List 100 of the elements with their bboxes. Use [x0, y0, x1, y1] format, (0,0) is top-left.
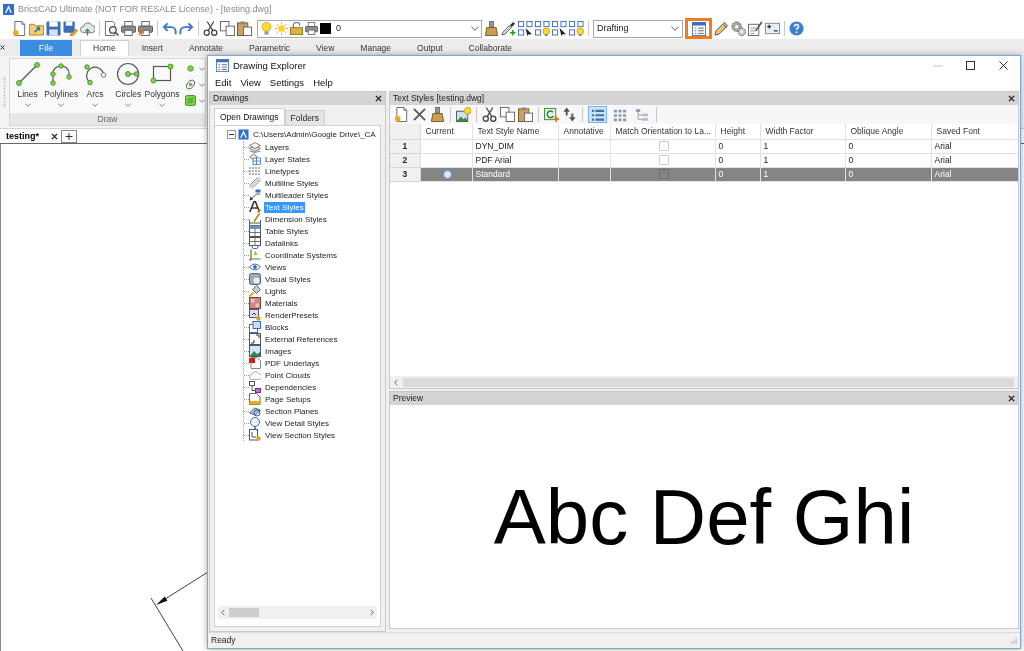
save-icon[interactable]	[46, 21, 61, 36]
new-document-icon[interactable]	[394, 107, 409, 122]
new-document-icon[interactable]	[12, 21, 27, 36]
close-icon[interactable]	[0, 45, 5, 50]
tree-item[interactable]: Blocks	[264, 321, 290, 333]
chevron-right-icon[interactable]	[370, 609, 374, 616]
close-icon[interactable]	[1008, 395, 1015, 402]
copy-icon[interactable]	[500, 107, 515, 122]
tree-item[interactable]: Datalinks	[264, 237, 299, 249]
tree-item[interactable]: View Detail Styles	[264, 417, 330, 429]
ribbon-tab[interactable]: Annotate	[175, 40, 236, 56]
tree-item[interactable]: Layer States	[264, 153, 311, 165]
draw-tool[interactable]: Lines	[11, 62, 45, 113]
chevron-left-icon[interactable]	[221, 609, 225, 616]
redo-icon[interactable]	[179, 21, 194, 36]
column-header[interactable]: Width Factor	[760, 124, 845, 139]
chevron-left-icon[interactable]	[394, 378, 398, 386]
ribbon-tab[interactable]: Home	[80, 40, 129, 56]
column-header[interactable]: Text Style Name	[472, 124, 558, 139]
paste-icon[interactable]	[518, 107, 533, 122]
menu-item[interactable]: View	[237, 78, 264, 88]
tree-item[interactable]: Multileader Styles	[264, 189, 330, 201]
print-preview-icon[interactable]	[104, 21, 119, 36]
squares-bulb-icon[interactable]	[535, 21, 550, 36]
column-header[interactable]: Match Orientation to La...	[610, 124, 715, 139]
tree-item[interactable]: Multiline Styles	[264, 177, 320, 189]
draw-tool[interactable]: Circles	[111, 62, 145, 113]
collapse-icon[interactable]	[227, 130, 236, 139]
tree-item[interactable]: External References	[264, 333, 339, 345]
draw-tool[interactable]: Polylines	[44, 62, 79, 113]
list-view-button[interactable]	[588, 106, 607, 123]
image-bulb-icon[interactable]	[456, 107, 471, 122]
hatch-icon[interactable]	[185, 95, 196, 106]
ribbon-tab[interactable]: Manage	[347, 40, 405, 56]
open-folder-icon[interactable]	[29, 21, 44, 36]
radio-button[interactable]	[443, 169, 452, 179]
pencil-icon[interactable]	[714, 21, 729, 36]
tree-item[interactable]: Layers	[264, 141, 290, 153]
close-icon[interactable]	[51, 132, 58, 140]
ribbon-tab[interactable]: Insert	[128, 40, 176, 56]
paste-icon[interactable]	[237, 21, 252, 36]
column-header[interactable]: Height	[715, 124, 760, 139]
scrollbar-thumb[interactable]	[403, 377, 1014, 387]
brush-icon[interactable]	[430, 107, 445, 122]
tree-item[interactable]: Coordinate Systems	[264, 249, 339, 261]
scrollbar-thumb[interactable]	[229, 608, 259, 617]
tree-item[interactable]: C:\Users\Admin\Google Drive\_CA	[252, 129, 377, 140]
printer-icon[interactable]	[121, 21, 136, 36]
ribbon-tab[interactable]: Parametric	[236, 40, 304, 56]
tree-item[interactable]: Visual Styles	[264, 273, 312, 285]
tree-item[interactable]: Views	[264, 261, 288, 273]
printer-arrow-icon[interactable]	[138, 21, 153, 36]
close-icon[interactable]	[999, 61, 1008, 70]
tree-item[interactable]: PDF Underlays	[264, 357, 321, 369]
pane-tab[interactable]: Folders	[284, 110, 325, 125]
up-down-arrows-icon[interactable]	[562, 107, 577, 122]
menu-item[interactable]: Settings	[266, 78, 308, 88]
ribbon-tab[interactable]: View	[303, 40, 348, 56]
squares-bulb-icon[interactable]	[569, 21, 584, 36]
column-header[interactable]: Annotative	[558, 124, 610, 139]
draw-tool[interactable]: Polygons	[145, 62, 179, 113]
close-icon[interactable]	[1008, 95, 1015, 102]
tree-item[interactable]: Linetypes	[264, 165, 301, 177]
draw-tool[interactable]: Arcs	[78, 62, 112, 113]
pane-tab[interactable]: Open Drawings	[214, 108, 285, 125]
tree-item[interactable]: Materials	[264, 297, 299, 309]
tree-item[interactable]: Page Setups	[264, 393, 312, 405]
floppy-pen-icon[interactable]	[63, 21, 78, 36]
cloud-upload-icon[interactable]	[80, 21, 95, 36]
ribbon-tab[interactable]: Collaborate	[455, 40, 526, 56]
tree-item[interactable]: RenderPresets	[264, 309, 320, 321]
tree-item[interactable]: Section Planes	[264, 405, 320, 417]
scissors-icon[interactable]	[203, 21, 218, 36]
brush-icon[interactable]	[484, 21, 499, 36]
workspace-dropdown[interactable]: Drafting	[593, 19, 683, 38]
scissors-icon[interactable]	[482, 107, 497, 122]
undo-icon[interactable]	[162, 21, 177, 36]
maximize-icon[interactable]	[966, 61, 975, 70]
horizontal-scrollbar[interactable]	[218, 606, 377, 619]
delete-icon[interactable]	[412, 107, 427, 122]
copy-icon[interactable]	[220, 21, 235, 36]
cursor-squares-icon[interactable]	[552, 21, 567, 36]
eyedropper-icon[interactable]	[501, 21, 516, 36]
plus-icon[interactable]	[61, 130, 77, 143]
tree-item[interactable]: Point Clouds	[264, 369, 312, 381]
menu-item[interactable]: Help	[310, 78, 336, 88]
tree-item[interactable]: Dimension Styles	[264, 213, 328, 225]
tree-item[interactable]: Lights	[264, 285, 288, 297]
note-pencil-icon[interactable]	[748, 21, 763, 36]
refresh-plus-icon[interactable]	[544, 107, 559, 122]
ribbon-tab[interactable]: Output	[404, 40, 456, 56]
layer-dropdown[interactable]: 0	[257, 19, 482, 38]
tree-item[interactable]: Dependencies	[264, 381, 318, 393]
menu-item[interactable]: Edit	[212, 78, 235, 88]
tree-item[interactable]: Images	[264, 345, 293, 357]
small-window-icon[interactable]	[765, 21, 780, 36]
column-header[interactable]: Current	[420, 124, 472, 139]
gears-icon[interactable]	[731, 21, 746, 36]
close-icon[interactable]	[375, 95, 382, 102]
cursor-squares-icon[interactable]	[518, 21, 533, 36]
